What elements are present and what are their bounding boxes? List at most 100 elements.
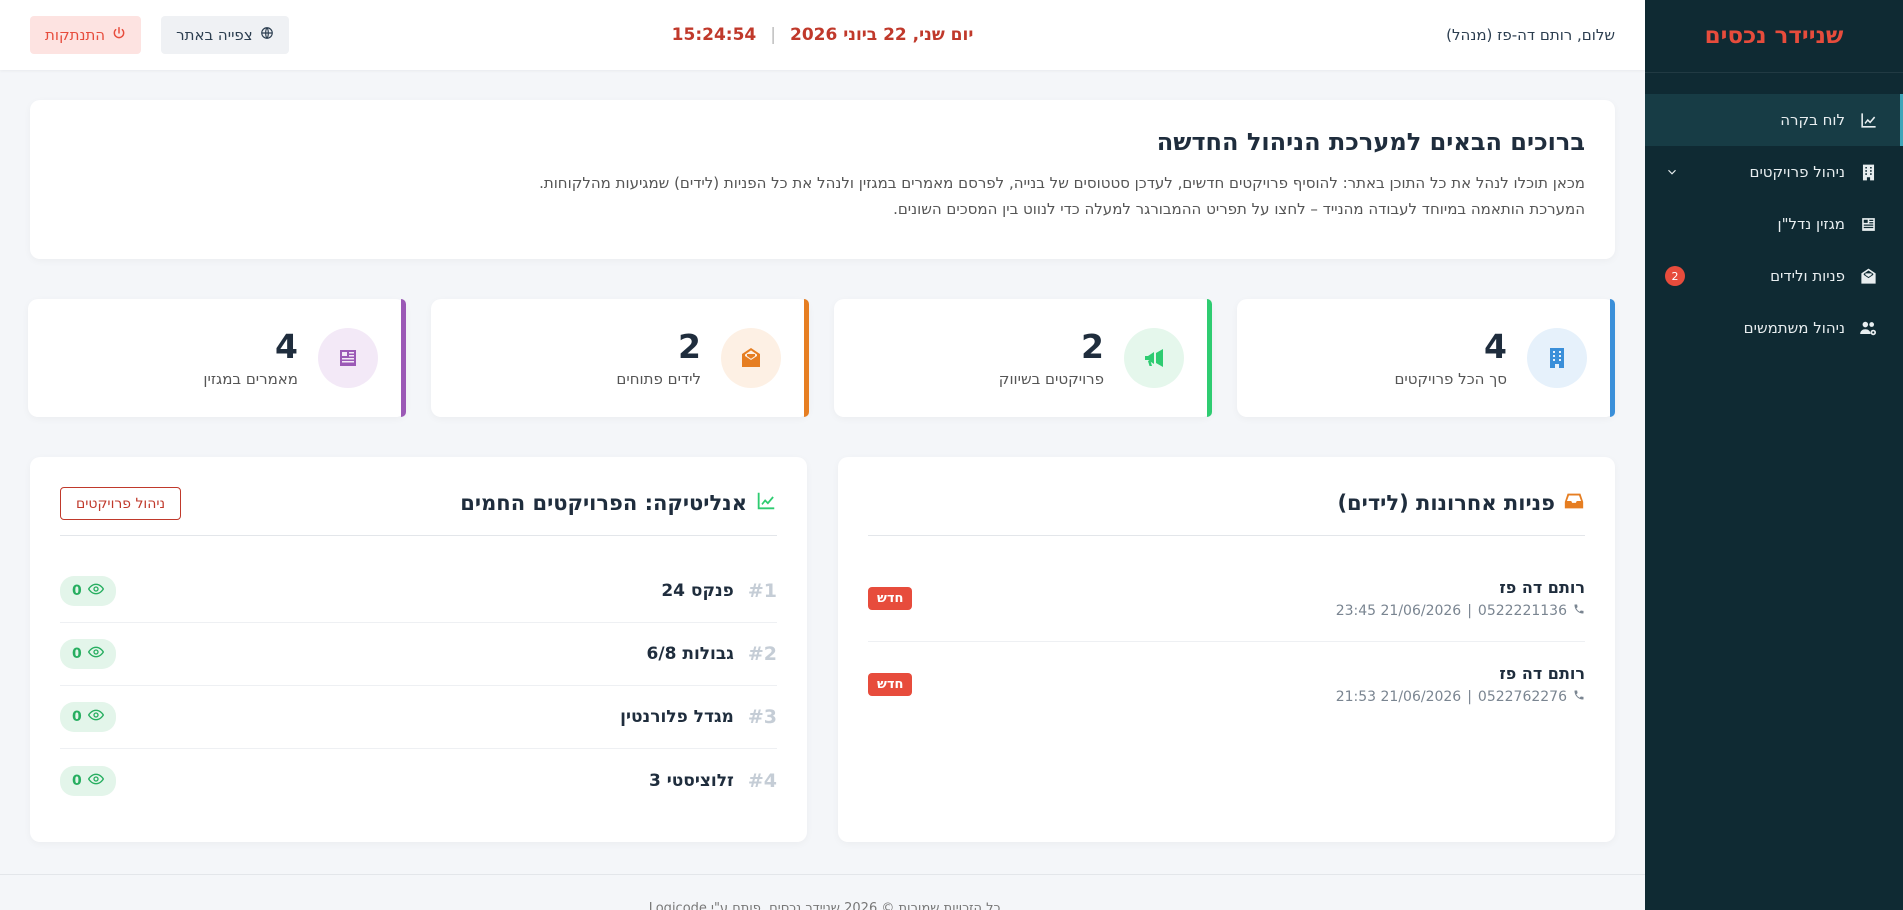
recent-leads-panel: פניות אחרונות (לידים) רותם דה פז 0522221…: [838, 457, 1615, 842]
envelope-open-icon: [1857, 266, 1879, 286]
view-site-button[interactable]: צפייה באתר: [161, 16, 289, 54]
user-greeting: שלום, רותם דה-פז (מנהל): [1446, 26, 1615, 44]
newspaper-icon: [318, 328, 378, 388]
views-badge: 0: [60, 702, 116, 732]
stat-value: 2: [1081, 327, 1104, 366]
welcome-card: ברוכים הבאים למערכת הניהול החדשה מכאן תו…: [30, 100, 1615, 259]
lead-name: רותם דה פז: [1499, 578, 1585, 597]
stat-card-marketing-projects: 2 פרויקטים בשיווק: [834, 299, 1212, 417]
stat-label: סך הכל פרויקטים: [1394, 370, 1507, 388]
users-gear-icon: [1857, 318, 1879, 338]
project-rank: #4: [747, 769, 777, 792]
chart-line-icon: [755, 490, 777, 516]
power-icon: [112, 26, 126, 44]
logout-label: התנתקות: [45, 26, 106, 44]
project-rank: #3: [747, 706, 777, 728]
meta-separator: |: [1467, 603, 1472, 619]
project-row[interactable]: #1 פנקס 24 0: [60, 560, 777, 623]
stat-label: לידים פתוחים: [616, 370, 701, 388]
topbar: שלום, רותם דה-פז (מנהל) יום שני, 22 ביונ…: [0, 0, 1645, 70]
logout-button[interactable]: התנתקות: [30, 16, 142, 54]
chevron-down-icon[interactable]: [1665, 165, 1679, 179]
welcome-text-line2: המערכת הותאמה במיוחד לעבודה מהנייד – לחצ…: [893, 200, 1585, 218]
stat-card-total-projects: 4 סך הכל פרויקטים: [1237, 299, 1615, 417]
megaphone-icon: [1124, 328, 1184, 388]
footer: כל הזכויות שמורות © 2026 שניידר נכסים. פ…: [0, 874, 1645, 910]
project-row[interactable]: #2 גבולות 6/8 0: [60, 623, 777, 686]
sidebar-item-label: פניות ולידים: [1770, 267, 1845, 285]
current-time: 15:24:54: [671, 25, 757, 45]
stat-card-magazine-articles: 4 מאמרים במגזין: [28, 299, 406, 417]
brand-logo[interactable]: שניידר נכסים: [1645, 0, 1903, 73]
sidebar: שניידר נכסים לוח בקרה ניהול פרויקטים מגז…: [1645, 0, 1903, 910]
phone-icon: [1573, 689, 1585, 705]
views-count: 0: [72, 772, 82, 789]
views-count: 0: [72, 646, 82, 662]
new-badge: חדש: [868, 587, 913, 610]
top-actions: התנתקות צפייה באתר: [30, 16, 289, 54]
sidebar-item-leads[interactable]: פניות ולידים 2: [1645, 250, 1903, 302]
datetime-separator: |: [770, 25, 776, 45]
project-rank: #1: [747, 580, 777, 602]
panel-divider: [60, 535, 777, 536]
manage-projects-button[interactable]: ניהול פרויקטים: [60, 487, 182, 520]
new-badge: חדש: [868, 673, 913, 696]
stat-accent-bar: [804, 299, 809, 417]
sidebar-nav: לוח בקרה ניהול פרויקטים מגזין נדל"ן פניו…: [1645, 94, 1903, 354]
meta-separator: |: [1467, 689, 1472, 705]
panel-divider: [868, 535, 1585, 536]
sidebar-item-users[interactable]: ניהול משתמשים: [1645, 302, 1903, 354]
stat-accent-bar: [1207, 299, 1212, 417]
project-rank: #2: [747, 643, 777, 665]
eye-icon: [87, 644, 104, 664]
lead-datetime: 21/06/2026 21:53: [1335, 689, 1462, 705]
lead-item[interactable]: רותם דה פז 0522221136 | 21/06/2026 23:45…: [868, 556, 1585, 642]
welcome-title: ברוכים הבאים למערכת הניהול החדשה: [1156, 128, 1585, 156]
project-name: פנקס 24: [661, 581, 734, 601]
sidebar-item-projects[interactable]: ניהול פרויקטים: [1645, 146, 1903, 198]
project-row[interactable]: #3 מגדל פלורנטין 0: [60, 686, 777, 749]
leads-panel-title: פניות אחרונות (לידים): [1337, 491, 1555, 515]
project-name: מגדל פלורנטין: [620, 707, 734, 727]
sidebar-item-label: לוח בקרה: [1780, 111, 1845, 129]
lead-datetime: 21/06/2026 23:45: [1335, 603, 1462, 619]
sidebar-item-label: ניהול פרויקטים: [1749, 163, 1846, 181]
sidebar-item-magazine[interactable]: מגזין נדל"ן: [1645, 198, 1903, 250]
chart-line-icon: [1857, 110, 1879, 130]
building-icon: [1857, 162, 1879, 182]
phone-icon: [1573, 603, 1585, 619]
hot-projects-panel: אנליטיקה: הפרויקטים החמים ניהול פרויקטים…: [30, 457, 807, 842]
stat-value: 2: [678, 327, 701, 366]
copyright-text: כל הזכויות שמורות © 2026 שניידר נכסים. פ…: [644, 901, 1001, 910]
newspaper-icon: [1857, 214, 1879, 234]
lead-phone: 0522221136: [1477, 603, 1567, 619]
building-icon: [1527, 328, 1587, 388]
lead-name: רותם דה פז: [1499, 664, 1585, 683]
view-site-label: צפייה באתר: [176, 26, 253, 44]
lead-item[interactable]: רותם דה פז 0522762276 | 21/06/2026 21:53…: [868, 642, 1585, 727]
inbox-icon: [1563, 490, 1585, 516]
envelope-open-icon: [721, 328, 781, 388]
globe-icon: [260, 26, 274, 44]
stat-label: מאמרים במגזין: [203, 370, 298, 388]
project-row[interactable]: #4 זלוציסטי 3 0: [60, 749, 777, 812]
eye-icon: [87, 707, 104, 727]
current-date: יום שני, 22 ביוני 2026: [789, 25, 974, 45]
project-name: גבולות 6/8: [646, 644, 734, 664]
stat-label: פרויקטים בשיווק: [998, 370, 1104, 388]
sidebar-item-label: מגזין נדל"ן: [1777, 215, 1845, 233]
welcome-text-line1: מכאן תוכלו לנהל את כל התוכן באתר: להוסיף…: [539, 174, 1585, 192]
views-badge: 0: [60, 765, 116, 796]
lead-phone: 0522762276: [1477, 689, 1567, 705]
leads-count-badge: 2: [1665, 266, 1685, 286]
project-name: זלוציסטי 3: [648, 770, 734, 791]
stat-accent-bar: [401, 299, 406, 417]
sidebar-item-dashboard[interactable]: לוח בקרה: [1645, 94, 1903, 146]
eye-icon: [87, 771, 104, 791]
sidebar-item-label: ניהול משתמשים: [1743, 319, 1845, 337]
views-count: 0: [72, 583, 82, 599]
views-badge: 0: [60, 576, 116, 606]
stat-value: 4: [1484, 327, 1507, 366]
eye-icon: [87, 581, 104, 601]
analytics-panel-title: אנליטיקה: הפרויקטים החמים: [460, 491, 747, 515]
